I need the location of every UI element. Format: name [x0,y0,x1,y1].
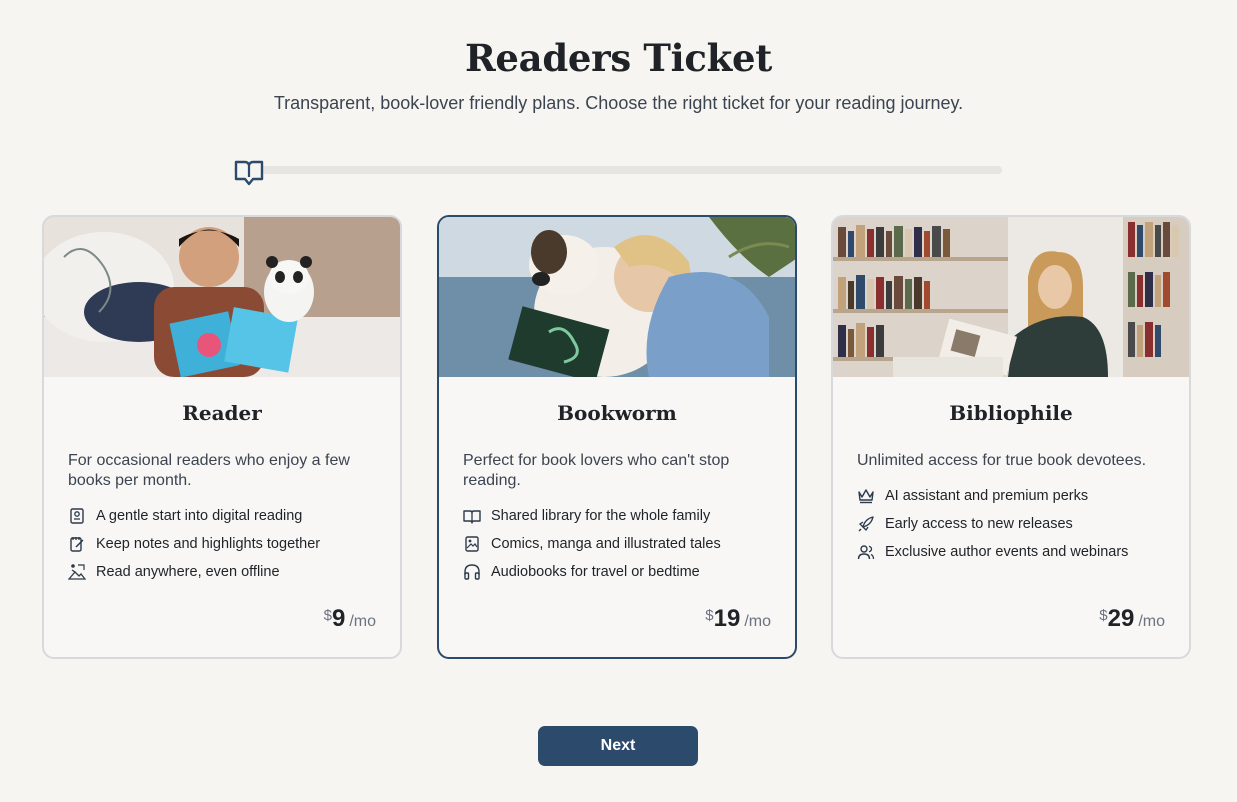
feature-item: Comics, manga and illustrated tales [463,534,783,562]
plan-name: Bookworm [557,401,677,425]
feature-text: A gentle start into digital reading [96,508,303,524]
plan-card-reader[interactable]: Reader For occasional readers who enjoy … [42,215,402,659]
page-title: Readers Ticket [464,36,773,80]
feature-text: AI assistant and premium perks [885,488,1089,504]
feature-text: Keep notes and highlights together [96,536,321,552]
page-subtitle: Transparent, book-lover friendly plans. … [273,93,964,113]
feature-text: Early access to new releases [885,516,1073,532]
notebook-pen-icon [70,537,84,552]
price-currency: $ [323,607,332,624]
feature-text: Comics, manga and illustrated tales [491,536,721,552]
plan-name: Reader [182,401,262,425]
price-amount: 29 [1107,605,1135,632]
plan-image-bibliophile [833,217,1189,377]
price-currency: $ [705,607,714,624]
book-open-icon [463,510,481,524]
price-amount: 9 [331,605,346,632]
feature-list: AI assistant and premium perks Early acc… [857,486,1177,570]
users-icon [857,545,875,560]
plan-name: Bibliophile [949,401,1073,425]
feature-text: Exclusive author events and webinars [885,544,1129,560]
plan-price: $29/mo [1099,605,1165,633]
plan-price: $19/mo [705,605,771,633]
progress-track [234,166,1002,174]
price-currency: $ [1099,607,1108,624]
progress-slider[interactable] [234,150,1004,190]
plan-description: For occasional readers who enjoy a few b… [68,452,350,489]
plan-price: $9/mo [324,605,376,633]
plan-image-bookworm [439,217,795,377]
price-amount: 19 [713,605,741,632]
feature-item: AI assistant and premium perks [857,486,1177,514]
feature-text: Audiobooks for travel or bedtime [491,564,700,580]
feature-item: Keep notes and highlights together [68,534,388,562]
plan-card-bibliophile[interactable]: Bibliophile Unlimited access for true bo… [831,215,1191,659]
feature-item: Audiobooks for travel or bedtime [463,562,783,590]
plan-description: Unlimited access for true book devotees. [857,452,1147,469]
feature-list: A gentle start into digital reading Keep… [68,506,388,590]
feature-list: Shared library for the whole family Comi… [463,506,783,590]
feature-item: A gentle start into digital reading [68,506,388,534]
feature-item: Early access to new releases [857,514,1177,542]
crown-icon [858,489,874,504]
reading-outdoors-icon [68,564,86,580]
feature-text: Shared library for the whole family [491,508,711,524]
plan-description: Perfect for book lovers who can't stop r… [463,452,730,489]
book-open-icon[interactable] [234,157,264,187]
feature-item: Read anywhere, even offline [68,562,388,590]
rocket-icon [858,516,874,532]
feature-item: Shared library for the whole family [463,506,783,534]
feature-item: Exclusive author events and webinars [857,542,1177,570]
book-bookmark-icon [70,508,84,524]
feature-text: Read anywhere, even offline [96,564,280,580]
plan-card-bookworm[interactable]: Bookworm Perfect for book lovers who can… [437,215,797,659]
next-button[interactable]: Next [538,726,698,766]
price-period: /mo [349,613,376,630]
price-period: /mo [744,613,771,630]
image-book-icon [465,536,479,552]
headphones-icon [464,564,480,580]
price-period: /mo [1138,613,1165,630]
plan-image-reader [44,217,400,377]
